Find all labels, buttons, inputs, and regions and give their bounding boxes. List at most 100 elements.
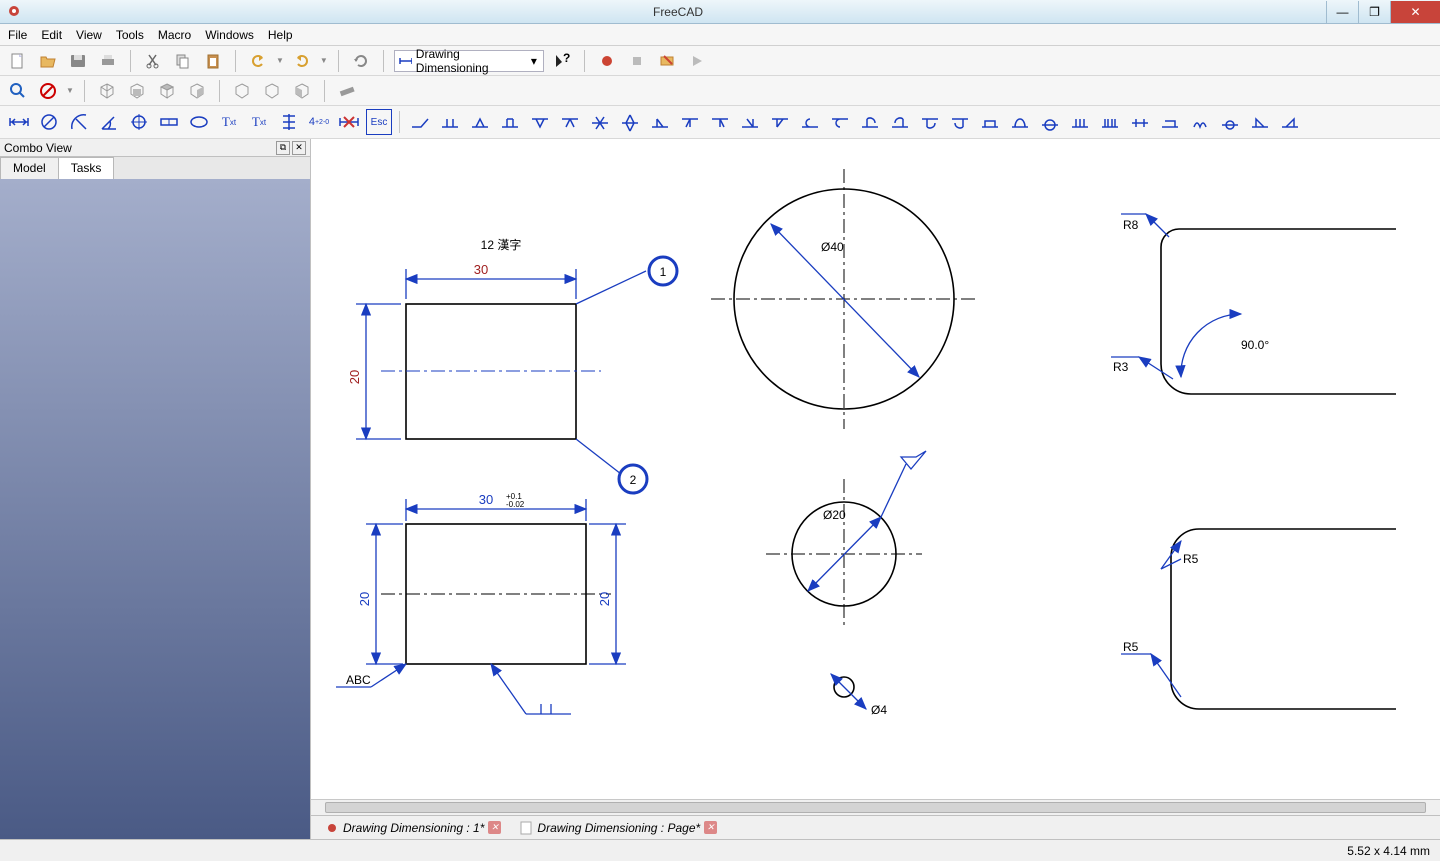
save-button[interactable] <box>66 49 90 73</box>
close-icon[interactable]: ✕ <box>704 821 717 834</box>
tab-tasks[interactable]: Tasks <box>58 157 115 179</box>
menu-edit[interactable]: Edit <box>41 28 62 42</box>
weld-symbol-2-icon[interactable] <box>437 109 463 135</box>
angle-dim-icon[interactable] <box>96 109 122 135</box>
weld-symbol-10-icon[interactable] <box>677 109 703 135</box>
weld-symbol-14-icon[interactable] <box>797 109 823 135</box>
weld-symbol-26-icon[interactable] <box>1157 109 1183 135</box>
dia20-label: Ø20 <box>823 508 846 522</box>
weld-symbol-8-icon[interactable] <box>617 109 643 135</box>
front-view-button[interactable] <box>125 79 149 103</box>
redo-button[interactable] <box>290 49 314 73</box>
iso-view-button[interactable] <box>95 79 119 103</box>
half-dim-icon[interactable] <box>156 109 182 135</box>
center-mark-icon[interactable] <box>126 109 152 135</box>
close-button[interactable]: ✕ <box>1390 1 1440 23</box>
escape-icon[interactable]: Esc <box>366 109 392 135</box>
top-view-button[interactable] <box>155 79 179 103</box>
doc-tab-2[interactable]: Drawing Dimensioning : Page* ✕ <box>513 819 723 837</box>
undo-dropdown[interactable]: ▼ <box>276 56 284 65</box>
weld-symbol-3-icon[interactable] <box>467 109 493 135</box>
weld-symbol-13-icon[interactable] <box>767 109 793 135</box>
workbench-label: Drawing Dimensioning <box>416 47 527 75</box>
ellipse-dim-icon[interactable] <box>186 109 212 135</box>
dim-20a-label: 20 <box>357 592 372 606</box>
cut-button[interactable] <box>141 49 165 73</box>
weld-symbol-9-icon[interactable] <box>647 109 673 135</box>
measure-button[interactable] <box>335 79 359 103</box>
copy-button[interactable] <box>171 49 195 73</box>
bottom-view-button[interactable] <box>260 79 284 103</box>
radius-dim-icon[interactable] <box>66 109 92 135</box>
minimize-button[interactable]: — <box>1326 1 1358 23</box>
macro-run-button[interactable] <box>685 49 709 73</box>
status-coords: 5.52 x 4.14 mm <box>1347 844 1430 858</box>
weld-symbol-25-icon[interactable] <box>1127 109 1153 135</box>
weld-symbol-6-icon[interactable] <box>557 109 583 135</box>
macro-record-button[interactable] <box>595 49 619 73</box>
weld-symbol-12-icon[interactable] <box>737 109 763 135</box>
weld-symbol-19-icon[interactable] <box>947 109 973 135</box>
macro-edit-button[interactable] <box>655 49 679 73</box>
text-edit-icon[interactable]: Txt <box>246 109 272 135</box>
app-icon <box>6 3 24 21</box>
weld-symbol-15-icon[interactable] <box>827 109 853 135</box>
print-button[interactable] <box>96 49 120 73</box>
refresh-button[interactable] <box>349 49 373 73</box>
menu-windows[interactable]: Windows <box>205 28 254 42</box>
paste-button[interactable] <box>201 49 225 73</box>
r5b-label: R5 <box>1123 640 1139 654</box>
weld-symbol-18-icon[interactable] <box>917 109 943 135</box>
undo-button[interactable] <box>246 49 270 73</box>
panel-close-button[interactable]: ✕ <box>292 141 306 155</box>
weld-symbol-5-icon[interactable] <box>527 109 553 135</box>
linear-dim-icon[interactable] <box>6 109 32 135</box>
menu-view[interactable]: View <box>76 28 102 42</box>
weld-symbol-23-icon[interactable] <box>1067 109 1093 135</box>
macro-stop-button[interactable] <box>625 49 649 73</box>
maximize-button[interactable]: ❐ <box>1358 1 1390 23</box>
menu-help[interactable]: Help <box>268 28 293 42</box>
horizontal-scrollbar[interactable] <box>311 799 1440 815</box>
delete-dim-icon[interactable] <box>336 109 362 135</box>
tab-model[interactable]: Model <box>0 157 59 179</box>
menu-tools[interactable]: Tools <box>116 28 144 42</box>
text-icon[interactable]: Txt <box>216 109 242 135</box>
rear-view-button[interactable] <box>230 79 254 103</box>
redo-dropdown[interactable]: ▼ <box>320 56 328 65</box>
weld-symbol-17-icon[interactable] <box>887 109 913 135</box>
weld-symbol-21-icon[interactable] <box>1007 109 1033 135</box>
weld-symbol-22-icon[interactable] <box>1037 109 1063 135</box>
weld-symbol-7-icon[interactable] <box>587 109 613 135</box>
weld-symbol-30-icon[interactable] <box>1277 109 1303 135</box>
weld-symbol-1-icon[interactable] <box>407 109 433 135</box>
gear-icon <box>325 821 339 835</box>
r3-label: R3 <box>1113 360 1129 374</box>
weld-symbol-20-icon[interactable] <box>977 109 1003 135</box>
drawing-canvas[interactable]: .thk { stroke:#000; stroke-width:1.6; fi… <box>311 139 1440 799</box>
close-icon[interactable]: ✕ <box>488 821 501 834</box>
zoom-fit-button[interactable] <box>6 79 30 103</box>
menu-macro[interactable]: Macro <box>158 28 191 42</box>
whatsthis-button[interactable]: ? <box>550 49 574 73</box>
weld-symbol-28-icon[interactable] <box>1217 109 1243 135</box>
weld-symbol-24-icon[interactable] <box>1097 109 1123 135</box>
open-button[interactable] <box>36 49 60 73</box>
left-view-button[interactable] <box>290 79 314 103</box>
menu-file[interactable]: File <box>8 28 27 42</box>
doc-tab-1[interactable]: Drawing Dimensioning : 1* ✕ <box>319 819 507 837</box>
weld-symbol-11-icon[interactable] <box>707 109 733 135</box>
weld-symbol-27-icon[interactable] <box>1187 109 1213 135</box>
no-entry-button[interactable] <box>36 79 60 103</box>
weld-symbol-29-icon[interactable] <box>1247 109 1273 135</box>
weld-symbol-16-icon[interactable] <box>857 109 883 135</box>
new-doc-button[interactable] <box>6 49 30 73</box>
tolerance-text-icon[interactable]: 4+2-0 <box>306 109 332 135</box>
circle-dim-icon[interactable] <box>36 109 62 135</box>
workbench-select[interactable]: Drawing Dimensioning ▾ <box>394 50 544 72</box>
dropdown-icon[interactable]: ▼ <box>66 86 74 95</box>
weld-symbol-4-icon[interactable] <box>497 109 523 135</box>
panel-float-button[interactable]: ⧉ <box>276 141 290 155</box>
right-view-button[interactable] <box>185 79 209 103</box>
tolerance-icon[interactable] <box>276 109 302 135</box>
